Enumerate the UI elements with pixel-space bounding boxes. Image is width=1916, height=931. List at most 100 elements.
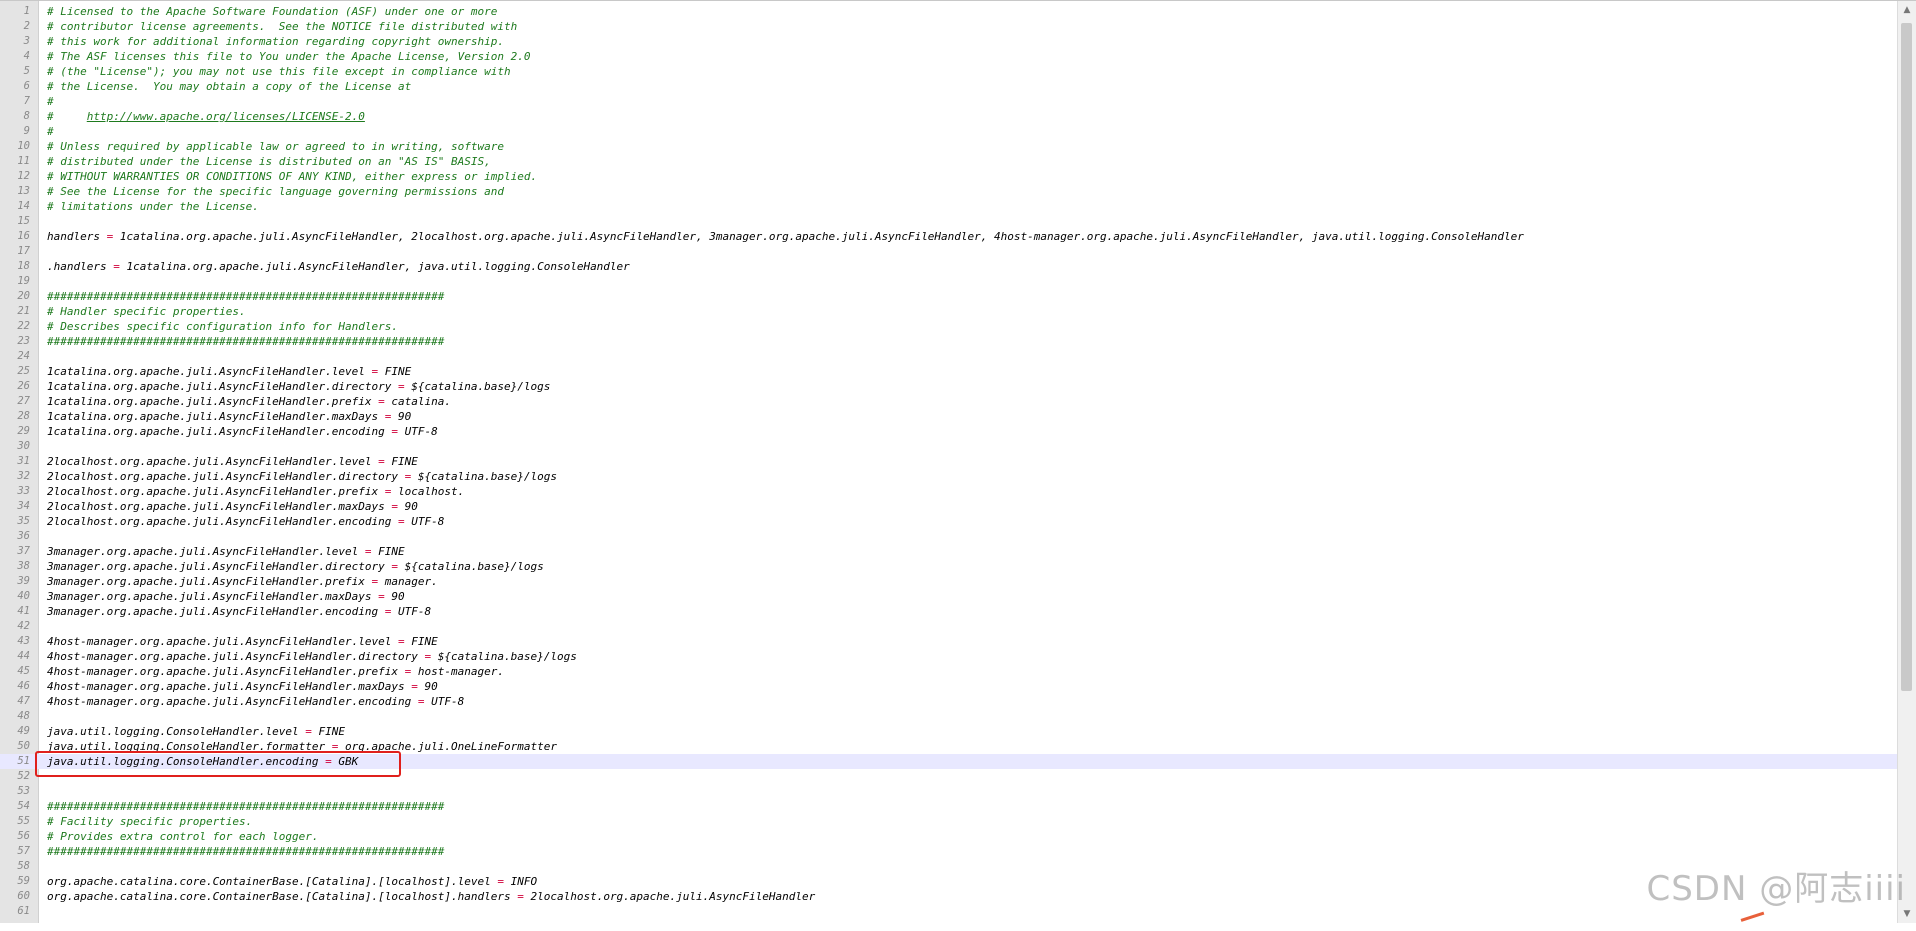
assignment-operator: = (384, 425, 405, 438)
comment-text: # (47, 95, 54, 108)
code-line[interactable]: 14 # limitations under the License. (0, 199, 1898, 214)
scroll-up-arrow-icon[interactable]: ▲ (1898, 1, 1916, 19)
code-line[interactable]: 9 # (0, 124, 1898, 139)
property-key: 4host-manager.org.apache.juli.AsyncFileH… (47, 665, 398, 678)
code-line[interactable]: 32 2localhost.org.apache.juli.AsyncFileHa… (0, 469, 1898, 484)
code-line[interactable]: 22 # Describes specific configuration inf… (0, 319, 1898, 334)
code-line[interactable]: 4 # The ASF licenses this file to You und… (0, 49, 1898, 64)
line-number: 21 (17, 305, 30, 317)
code-line[interactable]: 41 3manager.org.apache.juli.AsyncFileHand… (0, 604, 1898, 619)
property-value: 90 (391, 590, 405, 603)
code-line[interactable]: 48 (0, 709, 1898, 724)
code-line[interactable]: 47 4host-manager.org.apache.juli.AsyncFil… (0, 694, 1898, 709)
code-line[interactable]: 44 4host-manager.org.apache.juli.AsyncFil… (0, 649, 1898, 664)
line-text: 2localhost.org.apache.juli.AsyncFileHand… (47, 454, 418, 469)
line-number: 15 (17, 215, 30, 227)
property-value: FINE (391, 455, 418, 468)
code-line[interactable]: 37 3manager.org.apache.juli.AsyncFileHand… (0, 544, 1898, 559)
code-line[interactable]: 56 # Provides extra control for each logg… (0, 829, 1898, 844)
code-line[interactable]: 7 # (0, 94, 1898, 109)
property-value: localhost. (398, 485, 465, 498)
line-text: java.util.logging.ConsoleHandler.level =… (47, 724, 345, 739)
code-line[interactable]: 13 # See the License for the specific lan… (0, 184, 1898, 199)
property-value: UTF-8 (411, 515, 445, 528)
line-number: 52 (17, 770, 30, 782)
assignment-operator: = (371, 590, 392, 603)
line-number: 59 (17, 875, 30, 887)
comment-text: # Unless required by applicable law or a… (47, 140, 504, 153)
assignment-operator: = (371, 455, 392, 468)
code-line[interactable]: 11 # distributed under the License is dis… (0, 154, 1898, 169)
code-line[interactable]: 31 2localhost.org.apache.juli.AsyncFileHa… (0, 454, 1898, 469)
code-line[interactable]: 55 # Facility specific properties. (0, 814, 1898, 829)
property-key: handlers (47, 230, 100, 243)
property-value: FINE (318, 725, 346, 738)
code-line[interactable]: 21 # Handler specific properties. (0, 304, 1898, 319)
code-lines[interactable]: 1 # Licensed to the Apache Software Found… (0, 4, 1898, 919)
line-text: 4host-manager.org.apache.juli.AsyncFileH… (47, 664, 504, 679)
code-line[interactable]: 10 # Unless required by applicable law or… (0, 139, 1898, 154)
line-text: 3manager.org.apache.juli.AsyncFileHandle… (47, 604, 431, 619)
code-line[interactable]: 2 # contributor license agreements. See t… (0, 19, 1898, 34)
vertical-scrollbar[interactable]: ▲ ▼ (1897, 1, 1916, 923)
line-text: 3manager.org.apache.juli.AsyncFileHandle… (47, 544, 405, 559)
license-link[interactable]: http://www.apache.org/licenses/LICENSE-2… (87, 110, 365, 123)
code-line[interactable]: 43 4host-manager.org.apache.juli.AsyncFil… (0, 634, 1898, 649)
code-line[interactable]: 26 1catalina.org.apache.juli.AsyncFileHan… (0, 379, 1898, 394)
line-number: 23 (17, 335, 30, 347)
property-value: ${catalina.base}/logs (404, 560, 544, 573)
code-line[interactable]: 54 ######################################… (0, 799, 1898, 814)
code-line[interactable]: 3 # this work for additional information … (0, 34, 1898, 49)
code-line[interactable]: 23 ######################################… (0, 334, 1898, 349)
code-line[interactable]: 46 4host-manager.org.apache.juli.AsyncFil… (0, 679, 1898, 694)
code-line[interactable]: 6 # the License. You may obtain a copy of… (0, 79, 1898, 94)
scrollbar-thumb[interactable] (1901, 23, 1912, 691)
code-line[interactable]: 60 org.apache.catalina.core.ContainerBase… (0, 889, 1898, 904)
code-line[interactable]: 27 1catalina.org.apache.juli.AsyncFileHan… (0, 394, 1898, 409)
code-line[interactable]: 30 (0, 439, 1898, 454)
code-line[interactable]: 38 3manager.org.apache.juli.AsyncFileHand… (0, 559, 1898, 574)
code-line[interactable]: 8 # http://www.apache.org/licenses/LICENS… (0, 109, 1898, 124)
code-line[interactable]: 59 org.apache.catalina.core.ContainerBase… (0, 874, 1898, 889)
code-line[interactable]: 5 # (the "License"); you may not use this… (0, 64, 1898, 79)
code-line[interactable]: 34 2localhost.org.apache.juli.AsyncFileHa… (0, 499, 1898, 514)
code-line[interactable]: 33 2localhost.org.apache.juli.AsyncFileHa… (0, 484, 1898, 499)
code-line[interactable]: 61 (0, 904, 1898, 919)
code-line[interactable]: 15 (0, 214, 1898, 229)
property-value: UTF-8 (398, 605, 432, 618)
code-line[interactable]: 36 (0, 529, 1898, 544)
code-line[interactable]: 28 1catalina.org.apache.juli.AsyncFileHan… (0, 409, 1898, 424)
line-text: 2localhost.org.apache.juli.AsyncFileHand… (47, 469, 557, 484)
code-line[interactable]: 53 (0, 784, 1898, 799)
code-editor[interactable]: 1 # Licensed to the Apache Software Found… (0, 0, 1916, 931)
code-line[interactable]: 45 4host-manager.org.apache.juli.AsyncFil… (0, 664, 1898, 679)
code-line[interactable]: 24 (0, 349, 1898, 364)
line-number: 44 (17, 650, 30, 662)
line-number: 49 (17, 725, 30, 737)
code-line[interactable]: 16 handlers = 1catalina.org.apache.juli.A… (0, 229, 1898, 244)
code-line[interactable]: 19 (0, 274, 1898, 289)
code-line[interactable]: 17 (0, 244, 1898, 259)
line-text: ########################################… (47, 799, 444, 814)
code-line[interactable]: 25 1catalina.org.apache.juli.AsyncFileHan… (0, 364, 1898, 379)
property-key: 1catalina.org.apache.juli.AsyncFileHandl… (47, 365, 365, 378)
property-key: .handlers (47, 260, 107, 273)
code-line[interactable]: 29 1catalina.org.apache.juli.AsyncFileHan… (0, 424, 1898, 439)
comment-text: ########################################… (47, 845, 445, 858)
code-line[interactable]: 39 3manager.org.apache.juli.AsyncFileHand… (0, 574, 1898, 589)
property-value: UTF-8 (404, 425, 438, 438)
code-line[interactable]: 18 .handlers = 1catalina.org.apache.juli.… (0, 259, 1898, 274)
code-line[interactable]: 35 2localhost.org.apache.juli.AsyncFileHa… (0, 514, 1898, 529)
code-line[interactable]: 12 # WITHOUT WARRANTIES OR CONDITIONS OF … (0, 169, 1898, 184)
code-line[interactable]: 1 # Licensed to the Apache Software Found… (0, 4, 1898, 19)
assignment-operator: = (398, 665, 418, 678)
code-line[interactable]: 58 (0, 859, 1898, 874)
code-line[interactable]: 42 (0, 619, 1898, 634)
watermark: CSDN @阿志iiii (1646, 869, 1906, 909)
code-line[interactable]: 20 ######################################… (0, 289, 1898, 304)
code-line[interactable]: 49 java.util.logging.ConsoleHandler.level… (0, 724, 1898, 739)
line-number: 54 (17, 800, 30, 812)
assignment-operator: = (364, 365, 385, 378)
code-line[interactable]: 57 ######################################… (0, 844, 1898, 859)
code-line[interactable]: 40 3manager.org.apache.juli.AsyncFileHand… (0, 589, 1898, 604)
